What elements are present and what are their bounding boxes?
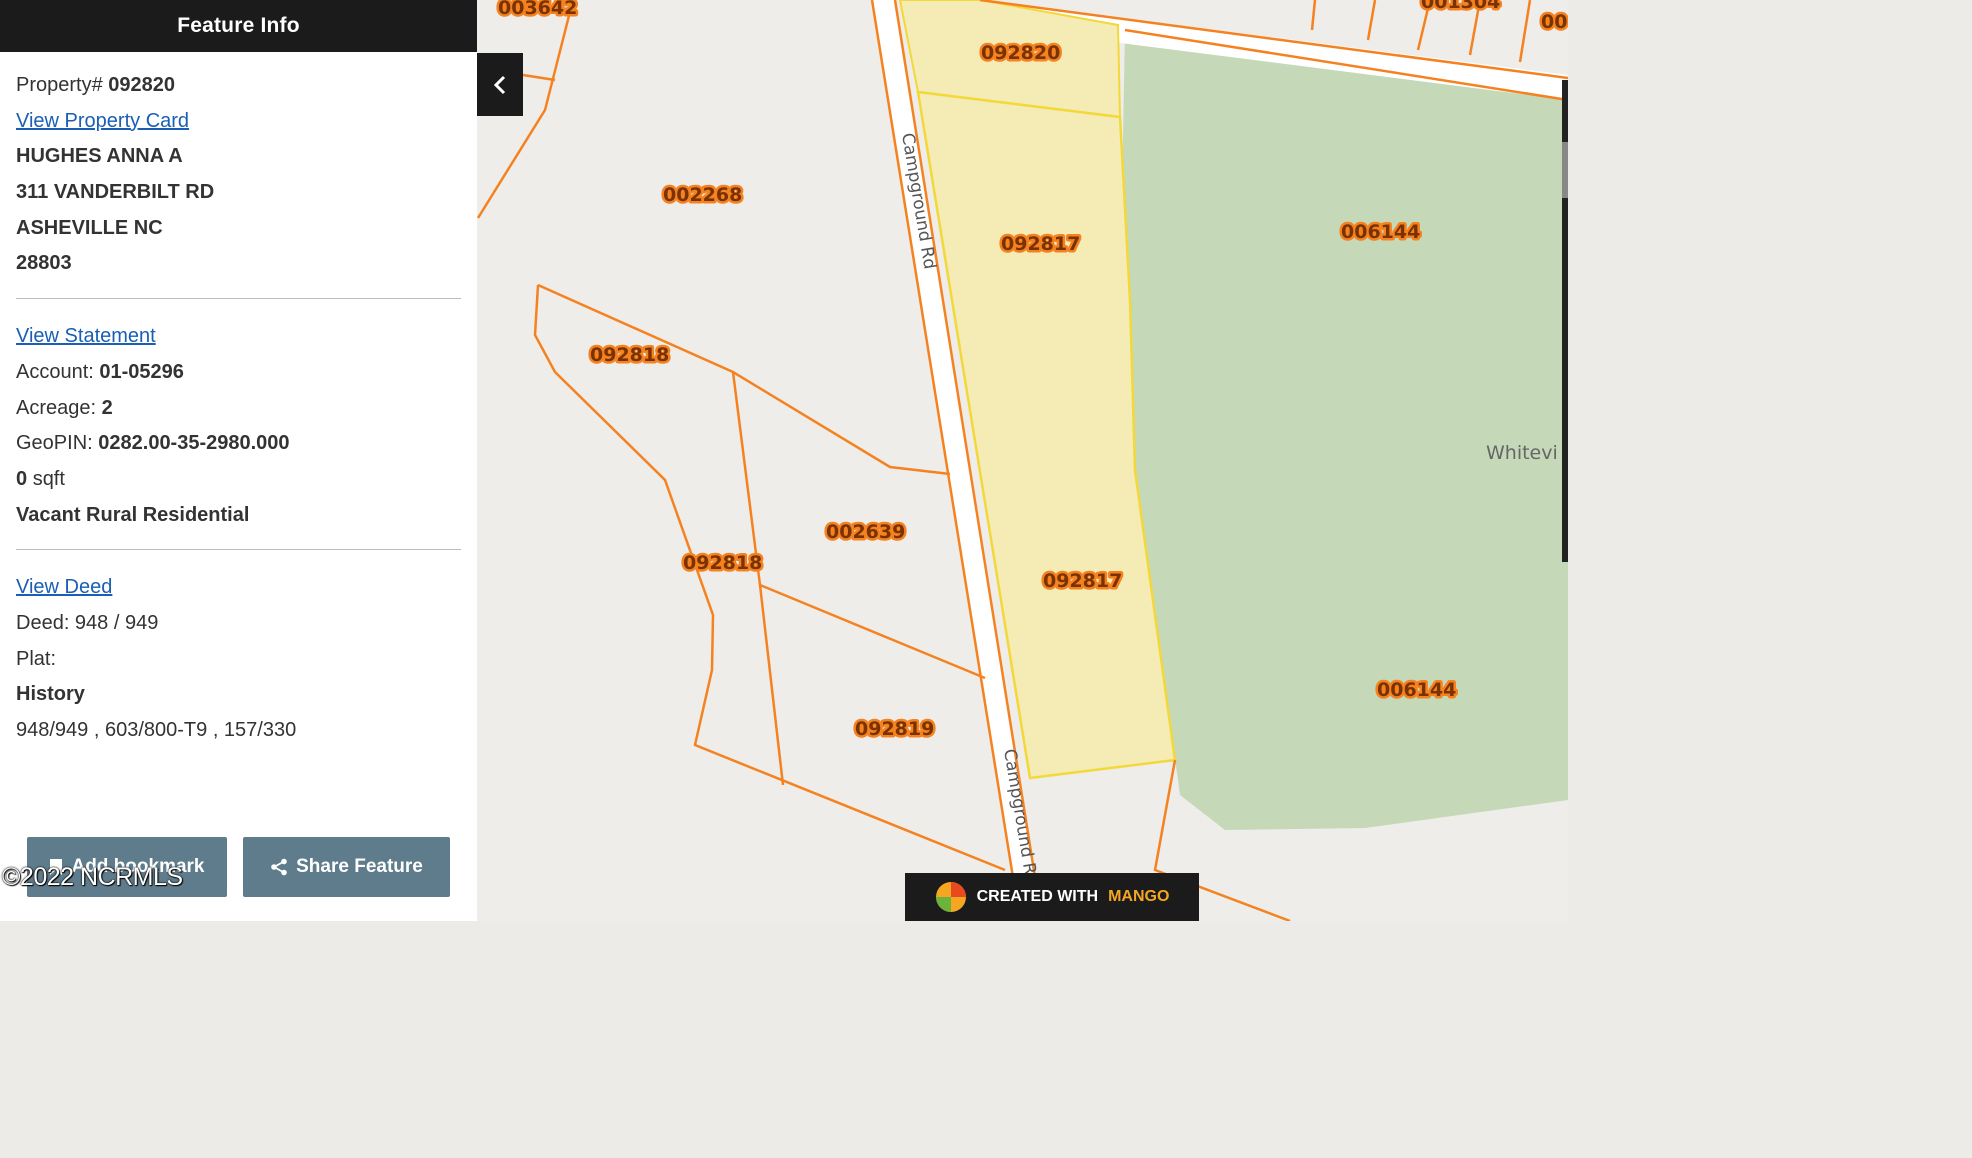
watermark: ©2022 NCRMLS bbox=[2, 863, 183, 891]
parcel-label: 092820 bbox=[981, 42, 1060, 64]
acreage-label: Acreage: bbox=[16, 396, 97, 419]
map-scrollbar[interactable] bbox=[1562, 80, 1568, 562]
owner-address: 311 VANDERBILT RD bbox=[16, 181, 215, 204]
history-label: History bbox=[16, 683, 85, 706]
badge-brand: MANGO bbox=[1108, 888, 1170, 905]
created-with-mango-badge[interactable]: CREATED WITH MANGO bbox=[905, 873, 1199, 921]
parcel-map[interactable]: 003642 001304 00 092820 002268 092817 00… bbox=[477, 0, 1568, 921]
plat-text: Plat: bbox=[16, 647, 57, 670]
sqft-row: 0 sqft bbox=[16, 462, 461, 498]
parcel-label: 092819 bbox=[855, 718, 934, 740]
parcel-label: 00 bbox=[1541, 11, 1567, 33]
panel-body: Property# 092820 View Property Card HUGH… bbox=[0, 52, 477, 749]
parcel-label: 092818 bbox=[590, 344, 669, 366]
mango-logo-icon bbox=[935, 882, 966, 912]
acreage-value: 2 bbox=[101, 396, 113, 419]
sqft-value: 0 bbox=[16, 467, 28, 490]
owner-city: ASHEVILLE NC bbox=[16, 216, 163, 239]
divider bbox=[16, 298, 461, 300]
panel-title: Feature Info bbox=[0, 0, 477, 52]
acreage-row: Acreage: 2 bbox=[16, 391, 461, 427]
collapse-panel-button[interactable] bbox=[477, 53, 523, 116]
owner-zip: 28803 bbox=[16, 252, 72, 275]
chevron-left-icon bbox=[493, 75, 506, 94]
view-property-card-link[interactable]: View Property Card bbox=[16, 110, 189, 132]
account-row: Account: 01-05296 bbox=[16, 355, 461, 391]
feature-info-panel: Feature Info Property# 092820 View Prope… bbox=[0, 0, 477, 921]
history-value: 948/949 , 603/800-T9 , 157/330 bbox=[16, 719, 297, 741]
place-label: Whitevi bbox=[1486, 442, 1558, 464]
parcel-label: 092817 bbox=[1001, 233, 1080, 255]
badge-prefix: CREATED WITH bbox=[976, 888, 1099, 905]
account-value: 01-05296 bbox=[99, 360, 184, 383]
share-icon bbox=[271, 858, 287, 876]
land-use: Vacant Rural Residential bbox=[16, 503, 250, 526]
parcel-label: 092817 bbox=[1043, 570, 1122, 592]
share-feature-label: Share Feature bbox=[296, 856, 423, 877]
deed-text: Deed: 948 / 949 bbox=[16, 611, 159, 634]
view-statement-link[interactable]: View Statement bbox=[16, 325, 156, 347]
property-number-row: Property# 092820 bbox=[16, 68, 461, 104]
parcel-label: 002639 bbox=[826, 521, 905, 543]
parcel-label: 006144 bbox=[1377, 679, 1456, 701]
owner-name: HUGHES ANNA A bbox=[16, 145, 183, 168]
geopin-label: GeoPIN: bbox=[16, 432, 93, 455]
property-number: 092820 bbox=[108, 74, 176, 96]
map-canvas[interactable]: 003642 001304 00 092820 002268 092817 00… bbox=[477, 0, 1568, 921]
share-feature-button[interactable]: Share Feature bbox=[243, 837, 450, 897]
divider bbox=[16, 549, 461, 551]
green-area bbox=[1120, 30, 1568, 830]
parcel-label: 002268 bbox=[663, 184, 742, 206]
parcel-label: 003642 bbox=[498, 0, 577, 19]
account-label: Account: bbox=[16, 360, 94, 383]
parcel-label: 092818 bbox=[683, 552, 762, 574]
sqft-label: sqft bbox=[32, 467, 65, 490]
geopin-value: 0282.00-35-2980.000 bbox=[98, 432, 290, 455]
parcel-label: 006144 bbox=[1341, 221, 1420, 243]
view-deed-link[interactable]: View Deed bbox=[16, 576, 112, 598]
geopin-row: GeoPIN: 0282.00-35-2980.000 bbox=[16, 426, 461, 462]
scrollbar-thumb[interactable] bbox=[1562, 142, 1568, 198]
property-label: Property# bbox=[16, 74, 103, 96]
parcel-label: 001304 bbox=[1421, 0, 1500, 13]
